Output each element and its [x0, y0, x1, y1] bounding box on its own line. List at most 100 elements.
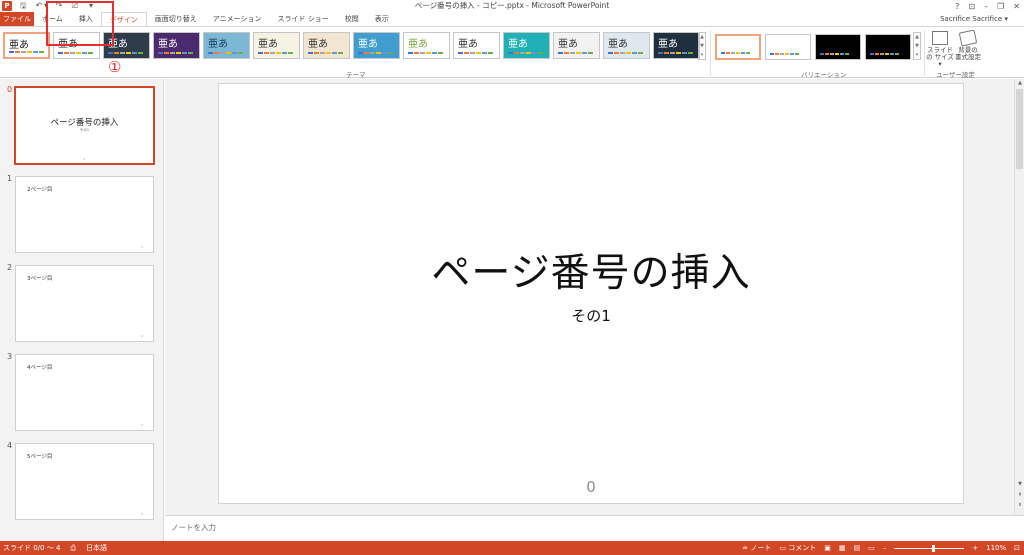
theme-thumbnail[interactable]: 亜あ [553, 32, 600, 59]
status-bar: スライド 0/0 ～ 4 ⎙ 日本語 ≐ ノート ▭ コメント ▣ ▦ ▤ ▭ … [0, 541, 1024, 555]
theme-sample-text: 亜あ [358, 39, 378, 50]
theme-thumbnail[interactable]: 亜あ [453, 32, 500, 59]
variation-color-strip [870, 53, 899, 55]
zoom-level[interactable]: 110% [986, 541, 1006, 555]
editor-scrollbar[interactable]: ▲ ▼ ⇞ ⇟ [1014, 79, 1024, 515]
variations-scroll-up-icon[interactable]: ▲ [914, 33, 920, 42]
variation-thumbnail[interactable] [815, 34, 861, 60]
slide-thumbnail[interactable]: ページ番号の挿入 その1 0 [14, 86, 155, 165]
slide-size-label: スライドの サイズ ▾ [926, 46, 954, 68]
slideshow-view-icon[interactable]: ▭ [868, 541, 875, 555]
next-slide-icon[interactable]: ⇟ [1015, 502, 1024, 508]
format-background-icon [958, 29, 978, 47]
tab-file[interactable]: ファイル [0, 12, 34, 26]
variations-gallery-scroll[interactable]: ▲ ▼ ▾ [913, 32, 921, 60]
zoom-out-icon[interactable]: – [883, 541, 887, 555]
zoom-slider[interactable] [894, 544, 965, 552]
slide-thumbnail[interactable]: 3ページ目 2 [15, 265, 154, 342]
close-icon[interactable]: ✕ [1013, 2, 1020, 11]
variations-scroll-down-icon[interactable]: ▼ [914, 42, 920, 51]
scroll-up-icon[interactable]: ▲ [1015, 80, 1024, 86]
theme-sample-text: 亜あ [9, 40, 29, 51]
theme-color-strip [9, 51, 44, 53]
ribbon-display-options-icon[interactable]: ⊡ [968, 2, 975, 11]
zoom-slider-knob[interactable] [932, 544, 936, 552]
theme-sample-text: 亜あ [558, 39, 578, 50]
tab-slideshow[interactable]: スライド ショー [270, 12, 337, 26]
reading-view-icon[interactable]: ▤ [853, 541, 860, 555]
slide-subtitle[interactable]: その1 [219, 305, 963, 326]
slide-editing-area: ページ番号の挿入 その1 0 [165, 79, 1014, 515]
restore-icon[interactable]: ❐ [997, 2, 1004, 11]
theme-thumbnail[interactable]: 亜あ [403, 32, 450, 59]
thumbnail-page-number: 1 [141, 245, 143, 249]
powerpoint-logo-icon[interactable]: P [2, 1, 12, 11]
scroll-thumb[interactable] [1016, 89, 1023, 169]
minimize-icon[interactable]: – [984, 2, 988, 11]
themes-gallery-scroll[interactable]: ▲ ▼ ▾ [698, 32, 706, 60]
slide-thumbnail[interactable]: 2ページ目 1 [15, 176, 154, 253]
theme-sample-text: 亜あ [458, 39, 478, 50]
help-icon[interactable]: ? [955, 2, 959, 11]
slide-number[interactable]: 0 [219, 478, 963, 496]
save-icon[interactable]: 🖫 [18, 1, 28, 11]
user-account[interactable]: Sacrifice Sacrifice ▾ [940, 13, 1008, 25]
comments-button[interactable]: ▭ コメント [779, 541, 816, 555]
tab-review[interactable]: 校閲 [337, 12, 367, 26]
tab-animations[interactable]: アニメーション [205, 12, 270, 26]
group-label-themes: テーマ [346, 71, 366, 79]
fit-slide-icon[interactable]: ⊡ [1014, 541, 1020, 555]
variation-thumbnail[interactable] [715, 34, 761, 60]
theme-thumbnail[interactable]: 亜あ [253, 32, 300, 59]
previous-slide-icon[interactable]: ⇞ [1015, 492, 1024, 498]
theme-thumbnail[interactable]: 亜あ [203, 32, 250, 59]
gallery-scroll-down-icon[interactable]: ▼ [699, 42, 705, 51]
slide-thumbnail-number: 3 [7, 352, 13, 361]
language-indicator[interactable]: 日本語 [86, 541, 107, 555]
theme-sample-text: 亜あ [608, 39, 628, 50]
user-dropdown-icon: ▾ [1004, 15, 1008, 23]
scroll-down-icon[interactable]: ▼ [1015, 481, 1024, 487]
gallery-scroll-up-icon[interactable]: ▲ [699, 33, 705, 42]
variation-color-strip [770, 53, 799, 55]
tab-view[interactable]: 表示 [367, 12, 397, 26]
slide-title[interactable]: ページ番号の挿入 [219, 242, 963, 298]
notes-pane[interactable]: ノートを入力 [165, 515, 1024, 541]
proofing-icon[interactable]: ⎙ [70, 541, 76, 555]
variations-more-icon[interactable]: ▾ [914, 51, 920, 60]
theme-thumbnail[interactable]: 亜あ [603, 32, 650, 59]
undo-icon[interactable]: ↶ [34, 1, 44, 11]
theme-sample-text: 亜あ [158, 39, 178, 50]
slide-thumbnail[interactable]: 5ページ目 4 [15, 443, 154, 520]
slide-size-button[interactable]: スライドの サイズ ▾ [926, 31, 954, 68]
theme-color-strip [258, 52, 293, 54]
format-background-button[interactable]: 背景の 書式設定 [954, 29, 982, 61]
tab-transitions[interactable]: 画面切り替え [147, 12, 205, 26]
theme-thumbnail[interactable]: 亜あ [303, 32, 350, 59]
slide-size-icon [932, 31, 948, 45]
theme-thumbnail[interactable]: 亜あ [653, 32, 700, 59]
theme-sample-text: 亜あ [508, 39, 528, 50]
slide-thumbnail-number: 1 [7, 174, 13, 183]
current-slide[interactable]: ページ番号の挿入 その1 0 [218, 83, 964, 504]
slide-thumbnail[interactable]: 4ページ目 3 [15, 354, 154, 431]
normal-view-icon[interactable]: ▣ [824, 541, 831, 555]
variation-thumbnail[interactable] [765, 34, 811, 60]
thumbnail-page-number: 2 [141, 334, 143, 338]
gallery-more-icon[interactable]: ▾ [699, 51, 705, 60]
notes-button[interactable]: ≐ ノート [742, 541, 771, 555]
variation-thumbnail[interactable] [865, 34, 911, 60]
variation-color-strip [721, 52, 750, 54]
slide-sorter-icon[interactable]: ▦ [839, 541, 846, 555]
theme-sample-text: 亜あ [308, 39, 328, 50]
theme-color-strip [158, 52, 193, 54]
theme-thumbnail[interactable]: 亜あ [503, 32, 550, 59]
theme-thumbnail[interactable]: 亜あ [3, 32, 50, 59]
theme-thumbnail[interactable]: 亜あ [153, 32, 200, 59]
slide-thumbnail-pane[interactable]: 0 ページ番号の挿入 その1 0 1 2ページ目 1 2 3ページ目 2 3 4ページ目 3 4 5ページ目… [0, 79, 164, 541]
thumbnail-subtitle: その1 [79, 128, 90, 132]
zoom-in-icon[interactable]: + [972, 541, 978, 555]
thumbnail-title: 4ページ目 [27, 365, 53, 371]
theme-thumbnail[interactable]: 亜あ [353, 32, 400, 59]
theme-sample-text: 亜あ [258, 39, 278, 50]
